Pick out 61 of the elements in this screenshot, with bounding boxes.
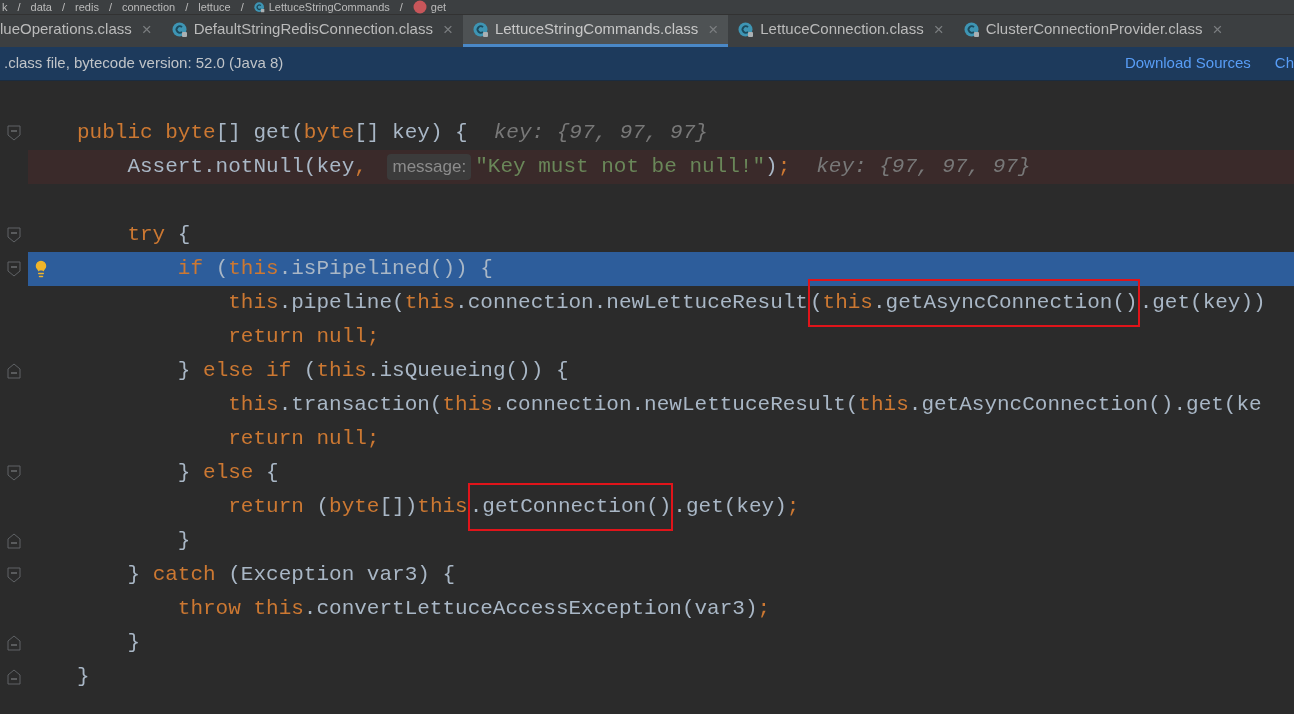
code-text: try { xyxy=(126,222,191,249)
code-text: this.transaction(this.connection.newLettuceResult(this.getAsyncConnection().get(ke xyxy=(227,392,1262,419)
annotated-code: .getConnection() xyxy=(467,483,674,531)
fold-icon[interactable] xyxy=(7,567,21,583)
editor-tab[interactable]: DefaultStringRedisConnection.class × xyxy=(161,15,463,47)
breadcrumb-separator: / xyxy=(62,1,66,13)
code-text: throw this.convertLettuceAccessException(var3); xyxy=(176,596,771,623)
banner-text: .class file, bytecode version: 52.0 (Java 8) xyxy=(4,53,284,74)
editor-tab[interactable]: ClusterConnectionProvider.class × xyxy=(953,15,1233,47)
breadcrumb-separator: / xyxy=(185,1,189,13)
code-text: if (this.isPipelined()) { xyxy=(176,256,493,283)
code-text: return null; xyxy=(227,426,380,453)
code-text: public byte[] get(byte[] key) { xyxy=(77,120,468,147)
class-icon xyxy=(253,1,265,13)
editor-tab[interactable]: lueOperations.class × xyxy=(0,15,162,47)
fold-icon[interactable] xyxy=(7,125,21,141)
breadcrumb-separator: / xyxy=(108,1,112,13)
breadcrumb-item[interactable]: redis xyxy=(75,1,99,13)
code-text: return null; xyxy=(227,324,380,351)
breadcrumb-item[interactable]: get xyxy=(430,1,447,13)
breadcrumb-separator: / xyxy=(17,1,21,13)
breadcrumb-item[interactable]: data xyxy=(30,1,52,13)
banner-link[interactable]: Download Sources xyxy=(1124,52,1251,75)
code-text: } xyxy=(176,528,191,555)
breadcrumb-item[interactable]: LettuceStringCommands xyxy=(268,1,390,13)
tab-label: LettuceConnection.class xyxy=(760,19,924,40)
editor-tab[interactable]: LettuceStringCommands.class × xyxy=(462,15,729,47)
fold-icon[interactable] xyxy=(7,533,21,549)
fold-icon[interactable] xyxy=(7,227,21,243)
debug-value: key: {97, 97, 97} xyxy=(816,154,1031,181)
editor-tab[interactable]: LettuceConnection.class × xyxy=(728,15,954,47)
parameter-hint: message: xyxy=(387,154,472,180)
tab-label: lueOperations.class xyxy=(0,19,132,40)
code-text: "Key must not be null!"); xyxy=(475,154,791,181)
code-text: } else { xyxy=(176,460,279,487)
code-text: Assert.notNull(key, xyxy=(126,154,368,181)
banner-link[interactable]: Ch xyxy=(1274,52,1294,75)
tab-label: LettuceStringCommands.class xyxy=(494,19,699,40)
breadcrumb-separator: / xyxy=(240,1,244,13)
breadcrumb-item[interactable]: k xyxy=(2,1,8,13)
debug-value: key: {97, 97, 97} xyxy=(493,120,708,147)
code-text: } xyxy=(77,664,90,691)
tab-label: ClusterConnectionProvider.class xyxy=(985,19,1203,40)
breadcrumb-separator: / xyxy=(399,1,403,13)
fold-icon[interactable] xyxy=(7,363,21,379)
code-text: } else if (this.isQueueing()) { xyxy=(176,358,569,385)
code-text: } xyxy=(126,630,140,657)
annotated-code: (this.getAsyncConnection() xyxy=(807,279,1140,327)
fold-icon[interactable] xyxy=(7,669,21,685)
code-text: .get(key); xyxy=(673,494,800,521)
code-text: } catch (Exception var3) { xyxy=(126,562,456,589)
breadcrumb-item[interactable]: connection xyxy=(121,1,176,13)
code-text: this.pipeline(this.connection.newLettuceResult xyxy=(227,290,808,317)
fold-icon[interactable] xyxy=(7,261,21,277)
tab-label: DefaultStringRedisConnection.class xyxy=(193,19,433,40)
fold-icon[interactable] xyxy=(7,465,21,481)
code-text: return (byte[])this xyxy=(227,494,468,521)
method-icon xyxy=(412,0,427,14)
breadcrumb-item[interactable]: lettuce xyxy=(198,1,231,13)
fold-icon[interactable] xyxy=(7,635,21,651)
code-text: .get(key)) xyxy=(1139,290,1266,317)
